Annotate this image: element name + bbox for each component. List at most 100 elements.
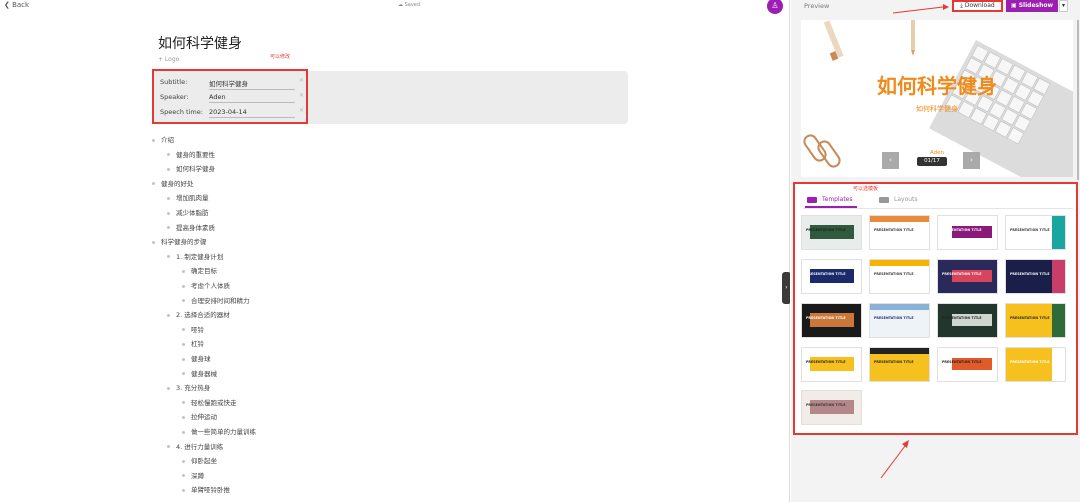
- template-thumbnail[interactable]: PRESENTATION TITLE: [869, 215, 930, 250]
- top-bar: ❮ Back ☁ Saved ♙: [0, 0, 790, 14]
- outline-item-text: 增加肌肉量: [176, 194, 209, 203]
- outline-item[interactable]: 健身器械: [182, 368, 217, 378]
- template-thumbnail[interactable]: PRESENTATION TITLE: [937, 303, 998, 338]
- slideshow-dropdown-icon[interactable]: ▾: [1059, 0, 1068, 12]
- template-thumbnail[interactable]: PRESENTATION TITLE: [801, 303, 862, 338]
- template-thumbnail[interactable]: PRESENTATION TITLE: [869, 347, 930, 382]
- template-thumbnail[interactable]: PRESENTATION TITLE: [801, 390, 862, 425]
- template-thumbnail[interactable]: PRESENTATION TITLE: [1005, 347, 1066, 382]
- outline-item[interactable]: 单臂哑铃卧推: [182, 484, 230, 494]
- outline-item[interactable]: 杠铃: [182, 338, 204, 348]
- slide-speaker: Aden: [929, 150, 945, 156]
- outline-item[interactable]: 健身的重要性: [167, 149, 215, 159]
- bullet-icon: [152, 138, 155, 142]
- prev-slide-button[interactable]: ‹: [882, 152, 899, 169]
- bullet-icon: [182, 415, 185, 419]
- preview-scrollbar[interactable]: [1077, 20, 1079, 180]
- preview-panel: Preview ⤓ Download ▣ Slideshow ▾ 如何科学健身 …: [791, 0, 1080, 502]
- template-thumbnail[interactable]: PRESENTATION TITLE: [1005, 303, 1066, 338]
- outline-item[interactable]: 4. 进行力量训练: [167, 441, 223, 451]
- outline-item[interactable]: 1. 制定健身计划: [167, 251, 223, 261]
- template-title: PRESENTATION TITLE: [942, 272, 982, 276]
- template-title: PRESENTATION TITLE: [1010, 272, 1050, 276]
- outline-item-text: 哑铃: [191, 325, 204, 334]
- template-accent-band: [1052, 348, 1065, 381]
- tab-layouts[interactable]: Layouts: [879, 196, 918, 203]
- outline-item[interactable]: 合理安排时间和精力: [182, 295, 250, 305]
- outline-item-text: 提高身体素质: [176, 223, 215, 232]
- template-title: PRESENTATION TITLE: [806, 360, 846, 364]
- outline-item-text: 健身球: [191, 355, 211, 363]
- outline-item[interactable]: 提高身体素质: [167, 222, 215, 232]
- template-thumbnail[interactable]: PRESENTATION TITLE: [1005, 215, 1066, 250]
- outline-item[interactable]: 如何科学健身: [167, 163, 215, 173]
- next-slide-button[interactable]: ›: [963, 152, 980, 169]
- page-indicator: 01/17: [917, 157, 947, 166]
- template-thumbnail[interactable]: PRESENTATION TITLE: [869, 303, 930, 338]
- outline-item[interactable]: 2. 选择合适的器材: [167, 309, 230, 319]
- outline-item[interactable]: 3. 充分热身: [167, 382, 210, 392]
- outline-item[interactable]: 深蹲: [182, 470, 204, 480]
- outline-editor: ❮ Back ☁ Saved ♙ 如何科学健身 + Logo 可以修改 Subt…: [0, 0, 790, 502]
- outline-item-text: 1. 制定健身计划: [176, 252, 224, 261]
- outline-item[interactable]: 哑铃: [182, 324, 204, 334]
- user-avatar[interactable]: ♙: [767, 0, 783, 14]
- annotation-arrow-icon: [892, 4, 949, 14]
- bullet-icon: [152, 182, 155, 186]
- back-button[interactable]: ❮ Back: [4, 1, 29, 9]
- bullet-icon: [182, 372, 185, 376]
- outline-item[interactable]: 增加肌肉量: [167, 192, 209, 202]
- outline-item[interactable]: 健身的好处: [152, 178, 194, 188]
- bullet-icon: [182, 299, 185, 303]
- preview-label: Preview: [804, 2, 830, 10]
- editor-scrollbar[interactable]: [789, 0, 790, 502]
- template-thumbnail[interactable]: PRESENTATION TITLE: [1005, 259, 1066, 294]
- template-title: PRESENTATION TITLE: [806, 316, 846, 320]
- template-thumbnail[interactable]: PRESENTATION TITLE: [937, 259, 998, 294]
- template-accent-band: [870, 304, 929, 310]
- template-accent-band: [870, 260, 929, 266]
- outline-item[interactable]: 科学健身的步骤: [152, 236, 207, 246]
- outline-item-text: 健身器械: [191, 369, 217, 378]
- slideshow-button[interactable]: ▣ Slideshow: [1006, 0, 1058, 12]
- app-window: ❮ Back ☁ Saved ♙ 如何科学健身 + Logo 可以修改 Subt…: [0, 0, 1080, 502]
- outline-item-text: 深蹲: [191, 471, 204, 480]
- document-title[interactable]: 如何科学健身: [158, 33, 242, 53]
- outline-item-text: 做一些简单的力量训练: [191, 428, 256, 436]
- template-thumbnail[interactable]: PRESENTATION TITLE: [937, 215, 998, 250]
- outline-item[interactable]: 确定目标: [182, 265, 217, 275]
- outline-item[interactable]: 考虑个人体质: [182, 280, 230, 290]
- template-title: PRESENTATION TITLE: [942, 228, 982, 232]
- template-title: PRESENTATION TITLE: [874, 272, 914, 276]
- outline-item-text: 考虑个人体质: [191, 282, 230, 290]
- template-title: PRESENTATION TITLE: [874, 316, 914, 320]
- outline-item[interactable]: 拉伸运动: [182, 411, 217, 421]
- outline-item[interactable]: 做一些简单的力量训练: [182, 426, 256, 436]
- outline-item-text: 3. 充分热身: [176, 384, 211, 393]
- template-accent-band: [1052, 216, 1065, 249]
- outline-item-text: 4. 进行力量训练: [176, 442, 224, 451]
- template-title: PRESENTATION TITLE: [1010, 360, 1050, 364]
- tab-layouts-label: Layouts: [894, 196, 918, 203]
- collapse-panel-button[interactable]: ›: [782, 272, 790, 304]
- add-logo-link[interactable]: + Logo: [158, 56, 179, 63]
- template-thumbnail[interactable]: PRESENTATION TITLE: [801, 259, 862, 294]
- template-thumbnail[interactable]: PRESENTATION TITLE: [801, 347, 862, 382]
- template-thumbnail[interactable]: PRESENTATION TITLE: [869, 259, 930, 294]
- template-title: PRESENTATION TITLE: [942, 360, 982, 364]
- bullet-icon: [182, 459, 185, 463]
- outline-item[interactable]: 减少体脂肪: [167, 207, 209, 217]
- bullet-icon: [182, 488, 185, 492]
- slide-title: 如何科学健身: [877, 74, 997, 98]
- template-title: PRESENTATION TITLE: [874, 360, 914, 364]
- outline-item[interactable]: 轻松慢跑或快走: [182, 397, 237, 407]
- template-thumbnail[interactable]: PRESENTATION TITLE: [937, 347, 998, 382]
- outline-item[interactable]: 健身球: [182, 353, 211, 363]
- download-button[interactable]: ⤓ Download: [952, 0, 1003, 12]
- template-panel: Templates Layouts PRESENTATION TITLE PRES…: [793, 182, 1078, 435]
- template-title: PRESENTATION TITLE: [806, 403, 846, 407]
- template-thumbnail[interactable]: PRESENTATION TITLE: [801, 215, 862, 250]
- tab-templates[interactable]: Templates: [807, 196, 853, 203]
- outline-item[interactable]: 介绍: [152, 134, 174, 144]
- outline-item[interactable]: 仰卧起坐: [182, 455, 217, 465]
